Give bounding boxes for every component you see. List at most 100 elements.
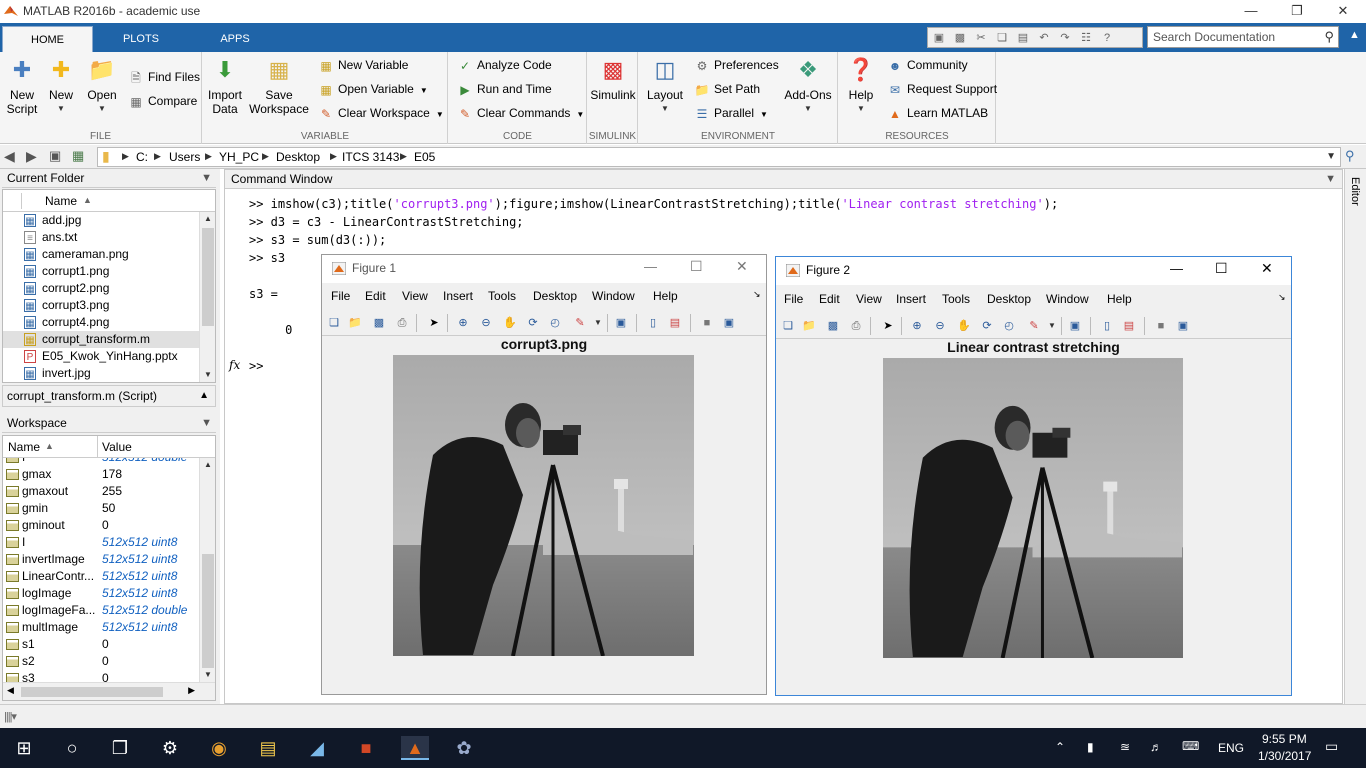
var-row[interactable]: gminout 0 [3, 517, 201, 534]
cameraman-image[interactable] [393, 355, 694, 656]
var-row[interactable]: invertImage 512x512 uint8 [3, 551, 201, 568]
request-support-button[interactable]: ✉ Request Support [887, 79, 997, 99]
zoom-in-icon[interactable]: ⊕ [909, 318, 925, 334]
preferences-button[interactable]: ⚙ Preferences [694, 55, 779, 75]
undo-icon[interactable]: ↶ [1036, 31, 1052, 45]
breadcrumb-itcs[interactable]: ITCS 3143 [342, 150, 399, 164]
search-folder-icon[interactable]: ⚲ [1345, 148, 1355, 164]
copy-icon[interactable]: ❏ [994, 31, 1010, 45]
panel-options-icon[interactable]: ▼ [201, 414, 212, 433]
addons-button[interactable]: ❖ Add-Ons ▼ [783, 56, 833, 116]
chevron-down-icon[interactable]: ▼ [1044, 318, 1060, 334]
pan-icon[interactable]: ✋ [956, 318, 972, 334]
scroll-up-icon[interactable]: ▲ [200, 212, 215, 226]
clock-time[interactable]: 9:55 PM [1262, 732, 1307, 746]
panel-options-icon[interactable]: ▼ [201, 169, 212, 188]
battery-icon[interactable]: ▮ [1087, 740, 1094, 754]
edit-plot-icon[interactable]: ➤ [426, 315, 442, 331]
open-button[interactable]: 📁 Open ▼ [84, 56, 120, 116]
back-icon[interactable]: ◀ [4, 148, 15, 165]
scroll-left-icon[interactable]: ◀ [7, 685, 14, 696]
menu-view[interactable]: View [402, 289, 428, 303]
shortcut-icon[interactable]: ▣ [931, 31, 947, 45]
zoom-out-icon[interactable]: ⊖ [478, 315, 494, 331]
show-plot-tools-icon[interactable]: ▣ [1175, 318, 1191, 334]
colorbar-icon[interactable]: ▯ [645, 315, 661, 331]
var-row[interactable]: gmaxout 255 [3, 483, 201, 500]
restore-button[interactable]: ❐ [1274, 0, 1320, 23]
menu-insert[interactable]: Insert [443, 289, 473, 303]
tab-plots[interactable]: PLOTS [94, 26, 188, 52]
name-column-header[interactable]: Name [8, 440, 40, 454]
layout-button[interactable]: ◫ Layout ▼ [643, 56, 687, 116]
minimize-button[interactable]: — [1170, 261, 1183, 276]
zoom-out-icon[interactable]: ⊖ [932, 318, 948, 334]
print-figure-icon[interactable]: ⎙ [394, 315, 410, 331]
var-row[interactable]: s2 0 [3, 653, 201, 670]
file-explorer-icon[interactable]: ▤ [254, 736, 282, 760]
menu-desktop[interactable]: Desktop [533, 289, 577, 303]
help-icon[interactable]: ? [1099, 31, 1115, 45]
zoom-in-icon[interactable]: ⊕ [455, 315, 471, 331]
tab-apps[interactable]: APPS [189, 26, 281, 52]
compare-button[interactable]: ▦ Compare [128, 91, 197, 111]
show-hidden-icons-icon[interactable]: ⌃ [1055, 740, 1065, 754]
scroll-thumb[interactable] [21, 687, 163, 697]
forward-icon[interactable]: ▶ [26, 148, 37, 165]
file-row[interactable]: ≡ ans.txt [3, 229, 201, 246]
scroll-thumb[interactable] [202, 554, 214, 668]
close-button[interactable]: ✕ [1261, 260, 1273, 277]
save-icon[interactable]: ▩ [952, 31, 968, 45]
file-row[interactable]: ▦ corrupt2.png [3, 280, 201, 297]
minimize-button[interactable]: — [1228, 0, 1274, 23]
new-figure-icon[interactable]: ❏ [326, 315, 342, 331]
search-icon[interactable]: ⚲ [1324, 29, 1334, 45]
chevron-down-icon[interactable]: ▼ [590, 315, 606, 331]
volume-icon[interactable]: ♬ [1150, 740, 1162, 754]
menu-view[interactable]: View [856, 292, 882, 306]
maximize-button[interactable]: ☐ [690, 258, 703, 275]
var-row[interactable]: LinearContr... 512x512 uint8 [3, 568, 201, 585]
set-path-button[interactable]: 📁 Set Path [694, 79, 761, 99]
menu-window[interactable]: Window [1046, 292, 1089, 306]
close-button[interactable]: ✕ [736, 258, 748, 275]
new-figure-icon[interactable]: ❏ [780, 318, 796, 334]
editor-minimized[interactable]: Editor [1344, 169, 1366, 704]
var-row[interactable]: multImage 512x512 uint8 [3, 619, 201, 636]
var-row[interactable]: logImageFa... 512x512 double [3, 602, 201, 619]
data-cursor-icon[interactable]: ◴ [547, 315, 563, 331]
new-variable-button[interactable]: ▦ New Variable [318, 55, 408, 75]
breadcrumb-desktop[interactable]: Desktop [276, 150, 320, 164]
menu-edit[interactable]: Edit [819, 292, 840, 306]
link-plot-icon[interactable]: ▣ [613, 315, 629, 331]
learn-matlab-button[interactable]: ▲ Learn MATLAB [887, 103, 988, 123]
clear-commands-button[interactable]: ✎ Clear Commands ▼ [457, 103, 584, 123]
find-files-button[interactable]: 🗎 Find Files [128, 67, 200, 87]
var-row[interactable]: s3 0 [3, 670, 201, 682]
menu-desktop[interactable]: Desktop [987, 292, 1031, 306]
menu-help[interactable]: Help [653, 289, 678, 303]
matlab-taskbar-icon[interactable]: ▲ [401, 736, 429, 760]
import-data-button[interactable]: ⬇ Import Data [205, 56, 245, 116]
app-icon[interactable]: ◢ [303, 736, 331, 760]
menu-edit[interactable]: Edit [365, 289, 386, 303]
close-button[interactable]: ✕ [1320, 0, 1366, 23]
breadcrumb-e05[interactable]: E05 [414, 150, 435, 164]
open-variable-button[interactable]: ▦ Open Variable ▼ [318, 79, 427, 99]
legend-icon[interactable]: ▤ [1121, 318, 1137, 334]
powerpoint-icon[interactable]: ■ [352, 736, 380, 760]
var-row[interactable]: s1 0 [3, 636, 201, 653]
value-column-header[interactable]: Value [102, 440, 132, 454]
chevron-down-icon[interactable]: ▼ [1326, 151, 1336, 162]
paste-icon[interactable]: ▤ [1015, 31, 1031, 45]
file-row[interactable]: ▦ corrupt4.png [3, 314, 201, 331]
show-plot-tools-icon[interactable]: ▣ [721, 315, 737, 331]
hide-plot-tools-icon[interactable]: ■ [1153, 318, 1169, 334]
breadcrumb-yh-pc[interactable]: YH_PC [219, 150, 259, 164]
var-row[interactable]: f 512x512 double [3, 458, 201, 466]
help-button[interactable]: ❓ Help ▼ [843, 56, 879, 116]
paint-icon[interactable]: ✿ [450, 736, 478, 760]
panel-options-icon[interactable]: ▼ [1325, 170, 1336, 189]
task-view-icon[interactable]: ❐ [106, 736, 134, 760]
fx-icon[interactable]: fx [229, 357, 240, 373]
